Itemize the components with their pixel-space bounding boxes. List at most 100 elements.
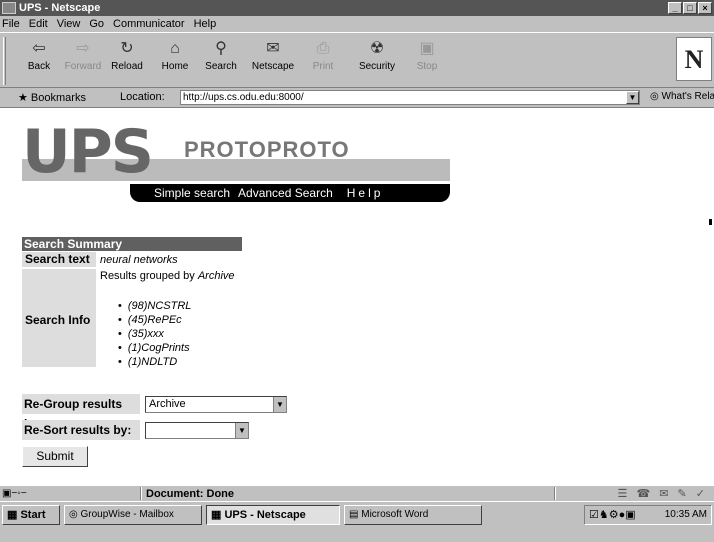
status-bar: ▣−◦− Document: Done ☰ ☎ ✉ ✎ ✓ bbox=[0, 485, 714, 501]
menu-view[interactable]: View bbox=[57, 18, 81, 30]
search-info-label: Search Info bbox=[22, 269, 96, 367]
security-label: Security bbox=[358, 61, 396, 72]
forward-arrow-icon: ⇨ bbox=[76, 40, 90, 57]
chevron-down-icon[interactable]: ▼ bbox=[273, 397, 286, 412]
back-label: Back bbox=[27, 61, 51, 72]
search-text-label: Search text bbox=[22, 252, 96, 267]
menu-help[interactable]: Help bbox=[194, 18, 217, 30]
home-button[interactable]: ⌂ Home bbox=[152, 39, 198, 72]
grouped-by-value: Archive bbox=[197, 270, 235, 282]
print-button[interactable]: ⎙ Print bbox=[300, 39, 346, 72]
netscape-app-icon: ▦ bbox=[211, 509, 222, 521]
bookmarks-label: Bookmarks bbox=[30, 92, 86, 104]
stop-label: Stop bbox=[416, 61, 438, 72]
grouped-by-text: Results grouped by Archive bbox=[100, 270, 235, 282]
regroup-label: Re-Group results by: bbox=[22, 394, 140, 431]
taskbar-item-netscape[interactable]: ▦ UPS - Netscape bbox=[206, 505, 340, 525]
status-divider bbox=[554, 487, 556, 500]
advanced-search-link[interactable]: Advanced Search bbox=[238, 186, 333, 200]
bookmarks-button[interactable]: ★ Bookmarks bbox=[18, 91, 86, 104]
location-label: Location: bbox=[120, 91, 165, 103]
menu-go[interactable]: Go bbox=[89, 18, 104, 30]
archive-group-link[interactable]: (1)CogPrints bbox=[118, 341, 191, 355]
forward-button[interactable]: ⇨ Forward bbox=[60, 39, 106, 72]
status-text: Document: Done bbox=[146, 488, 234, 500]
url-dropdown-arrow-icon[interactable]: ▼ bbox=[626, 91, 639, 104]
reload-button[interactable]: ↻ Reload bbox=[104, 39, 150, 72]
scroll-marker bbox=[709, 219, 712, 225]
home-icon: ⌂ bbox=[170, 40, 180, 57]
ups-logo-letters: UPS bbox=[22, 117, 154, 187]
chevron-down-icon[interactable]: ▼ bbox=[235, 423, 248, 438]
regroup-select-value: Archive bbox=[149, 398, 186, 410]
help-link[interactable]: Help bbox=[347, 186, 384, 200]
start-button[interactable]: ▦ Start bbox=[2, 505, 60, 525]
window-title: UPS - Netscape bbox=[19, 2, 101, 14]
clock: 10:35 AM bbox=[664, 509, 707, 520]
minimize-button[interactable]: _ bbox=[668, 2, 682, 14]
archive-group-link[interactable]: (45)RePEc bbox=[118, 313, 191, 327]
whats-related-button[interactable]: ◎ What's Related bbox=[650, 91, 714, 102]
search-summary-header: Search Summary bbox=[22, 237, 242, 251]
window-controls: _ □ × bbox=[668, 2, 712, 14]
taskbar-item-groupwise[interactable]: ◎ GroupWise - Mailbox bbox=[64, 505, 202, 525]
back-button[interactable]: ⇦ Back bbox=[16, 39, 62, 72]
archive-group-link[interactable]: (1)NDLTD bbox=[118, 355, 191, 369]
taskbar-item-word[interactable]: ▤ Microsoft Word bbox=[344, 505, 482, 525]
menu-edit[interactable]: Edit bbox=[29, 18, 48, 30]
protoproto-label: PROTOPROTO bbox=[184, 137, 350, 162]
status-divider bbox=[140, 487, 142, 500]
system-tray: ☑♞⚙●▣ 10:35 AM bbox=[584, 505, 712, 525]
simple-search-link[interactable]: Simple search bbox=[154, 186, 230, 200]
taskbar-item-label: GroupWise - Mailbox bbox=[80, 509, 174, 520]
netscape-app-icon bbox=[2, 2, 16, 14]
reload-label: Reload bbox=[111, 61, 143, 72]
back-arrow-icon: ⇦ bbox=[32, 40, 46, 57]
search-icon: ⚲ bbox=[215, 40, 227, 57]
start-label: Start bbox=[20, 509, 46, 521]
connection-icon: ▣−◦− bbox=[2, 488, 27, 499]
resort-select[interactable]: ▼ bbox=[145, 422, 249, 439]
search-label: Search bbox=[205, 61, 237, 72]
reload-icon: ↻ bbox=[120, 40, 134, 57]
netscape-label: Netscape bbox=[251, 61, 295, 72]
netscape-logo[interactable]: N bbox=[676, 37, 712, 81]
window-titlebar: UPS - Netscape _ □ × bbox=[0, 0, 714, 16]
taskbar-item-label: UPS - Netscape bbox=[224, 509, 306, 521]
print-icon: ⎙ bbox=[316, 40, 330, 57]
search-button[interactable]: ⚲ Search bbox=[198, 39, 244, 72]
menu-bar: File Edit View Go Communicator Help bbox=[0, 16, 714, 32]
site-navbar: Simple search Advanced Search Help bbox=[130, 184, 450, 202]
whats-related-label: What's Related bbox=[661, 91, 714, 102]
archive-group-link[interactable]: (35)xxx bbox=[118, 327, 191, 341]
tray-icons[interactable]: ☑♞⚙●▣ bbox=[589, 506, 636, 524]
page-content: UPS PROTOPROTO Simple search Advanced Se… bbox=[0, 109, 714, 485]
component-bar-icons[interactable]: ☰ ☎ ✉ ✎ ✓ bbox=[618, 487, 708, 500]
regroup-select[interactable]: Archive ▼ bbox=[145, 396, 287, 413]
print-label: Print bbox=[312, 61, 334, 72]
windows-logo-icon: ▦ bbox=[7, 509, 18, 521]
ups-logo: UPS PROTOPROTO bbox=[22, 117, 450, 187]
forward-label: Forward bbox=[64, 61, 102, 72]
menu-file[interactable]: File bbox=[2, 18, 20, 30]
home-label: Home bbox=[161, 61, 189, 72]
netscape-icon: ✉ bbox=[266, 40, 280, 57]
submit-button[interactable]: Submit bbox=[22, 446, 88, 467]
location-url-field[interactable]: http://ups.cs.odu.edu:8000/ bbox=[180, 90, 640, 105]
stop-button[interactable]: ▣ Stop bbox=[404, 39, 450, 72]
menu-communicator[interactable]: Communicator bbox=[113, 18, 185, 30]
groupwise-icon: ◎ bbox=[69, 509, 78, 520]
grouped-by-prefix: Results grouped by bbox=[100, 270, 195, 282]
search-text-value: neural networks bbox=[100, 254, 178, 266]
archive-group-list: (98)NCSTRL (45)RePEc (35)xxx (1)CogPrint… bbox=[118, 299, 192, 369]
toolbar-grip[interactable] bbox=[3, 37, 6, 85]
security-button[interactable]: ☢ Security bbox=[354, 39, 400, 72]
close-button[interactable]: × bbox=[698, 2, 712, 14]
lock-icon: ☢ bbox=[369, 40, 385, 57]
archive-group-link[interactable]: (98)NCSTRL bbox=[118, 299, 192, 313]
stop-icon: ▣ bbox=[419, 40, 435, 57]
maximize-button[interactable]: □ bbox=[683, 2, 697, 14]
resort-label: Re-Sort results by: bbox=[22, 420, 140, 440]
netscape-button[interactable]: ✉ Netscape bbox=[250, 39, 296, 72]
navigation-toolbar: ⇦ Back ⇨ Forward ↻ Reload ⌂ Home ⚲ Searc… bbox=[0, 32, 714, 88]
